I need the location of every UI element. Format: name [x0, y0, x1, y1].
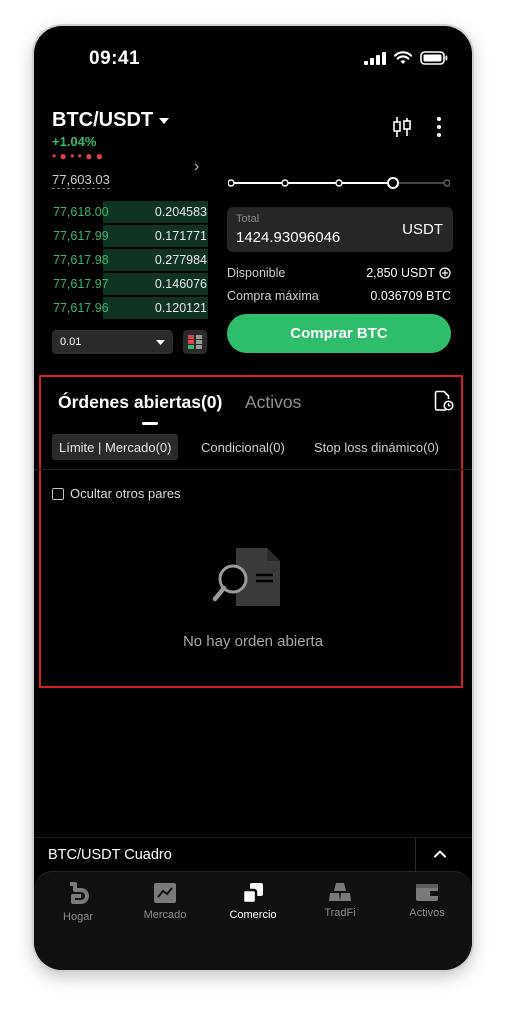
- hide-other-pairs-label: Ocultar otros pares: [70, 486, 181, 501]
- nav-item-home[interactable]: Hogar: [38, 882, 118, 923]
- bid-quantity: 0.146076: [154, 277, 207, 291]
- chart-bar[interactable]: BTC/USDT Cuadro: [34, 837, 472, 872]
- orderbook-row[interactable]: 77,617.99 0.171771: [50, 224, 208, 248]
- orderbook-bids: 77,618.00 0.204583 77,617.99 0.171771 77…: [50, 200, 208, 320]
- caret-down-icon: [156, 339, 165, 345]
- max-buy-label: Compra máxima: [227, 289, 319, 303]
- add-funds-icon[interactable]: [439, 267, 451, 279]
- tab-open-orders[interactable]: Órdenes abiertas(0): [58, 392, 222, 413]
- divider: [34, 469, 472, 470]
- wifi-icon: [394, 51, 412, 64]
- bid-quantity: 0.277984: [154, 253, 207, 267]
- hide-other-pairs-toggle[interactable]: Ocultar otros pares: [52, 486, 181, 501]
- nav-item-market[interactable]: Mercado: [125, 882, 205, 921]
- total-input[interactable]: Total 1424.93096046 USDT: [227, 207, 453, 252]
- status-icons: [364, 51, 448, 65]
- orderbook-row[interactable]: 77,617.97 0.146076: [50, 272, 208, 296]
- bid-price: 77,617.98: [53, 253, 109, 267]
- pair-name: BTC/USDT: [52, 109, 154, 131]
- available-balance: 2,850 USDT: [366, 266, 451, 280]
- amount-slider[interactable]: [228, 177, 450, 189]
- status-time: 09:41: [89, 48, 141, 69]
- cellular-signal-icon: [364, 51, 386, 65]
- depth-precision-value: 0.01: [60, 336, 82, 348]
- subtab-trailing-stop[interactable]: Stop loss dinámico(0): [314, 440, 439, 455]
- subtab-limit-market[interactable]: Límite | Mercado(0): [52, 434, 179, 460]
- depth-precision-select[interactable]: 0.01: [52, 330, 173, 354]
- empty-search-document-icon: [212, 548, 280, 606]
- caret-down-icon: [159, 117, 170, 124]
- subtab-conditional[interactable]: Condicional(0): [201, 440, 285, 455]
- trade-icon: [242, 883, 263, 904]
- bid-quantity: 0.204583: [154, 205, 207, 219]
- nav-label: Comercio: [229, 909, 277, 921]
- nav-item-trade[interactable]: Comercio: [213, 882, 293, 921]
- orderbook-mid-price[interactable]: 77,603.03: [52, 172, 110, 189]
- order-history-icon[interactable]: [434, 390, 454, 412]
- nav-item-tradfi[interactable]: TradFi: [300, 882, 380, 919]
- slider-tick[interactable]: [228, 179, 235, 187]
- orderbook-layout-icon: [188, 335, 202, 349]
- tradfi-gold-icon: [329, 883, 351, 901]
- chart-bar-title: BTC/USDT Cuadro: [48, 847, 172, 863]
- available-label: Disponible: [227, 266, 286, 280]
- nav-item-assets[interactable]: Activos: [387, 882, 467, 919]
- nav-label: Mercado: [143, 909, 187, 921]
- bottom-navigation: Hogar Mercado Comercio TradFi Activos: [34, 871, 472, 970]
- chevron-right-icon[interactable]: ›: [194, 158, 199, 176]
- buy-button[interactable]: Comprar BTC: [227, 314, 451, 353]
- orderbook-row[interactable]: 77,618.00 0.204583: [50, 200, 208, 224]
- nav-label: Activos: [409, 907, 445, 919]
- chevron-up-icon[interactable]: [432, 846, 448, 862]
- total-unit: USDT: [402, 221, 443, 238]
- nav-label: TradFi: [324, 907, 356, 919]
- battery-icon: [420, 51, 448, 65]
- price-change: +1.04%: [52, 134, 97, 149]
- bid-quantity: 0.171771: [154, 229, 207, 243]
- total-label: Total: [236, 213, 260, 225]
- candlestick-chart-icon[interactable]: [392, 116, 412, 138]
- max-buy-value: 0.036709 BTC: [370, 289, 451, 303]
- slider-tick[interactable]: [443, 179, 450, 187]
- slider-thumb[interactable]: [387, 177, 399, 189]
- orderbook-row[interactable]: 77,617.98 0.277984: [50, 248, 208, 272]
- slider-tick[interactable]: [335, 179, 343, 187]
- slider-tick[interactable]: [281, 179, 289, 187]
- home-icon: [70, 882, 89, 904]
- available-value: 2,850 USDT: [366, 266, 435, 280]
- phone-screen: 09:41 BTC/USDT +1.04% • ● • • ● ● 77,603…: [34, 26, 472, 970]
- total-value: 1424.93096046: [236, 229, 341, 246]
- wallet-icon: [416, 884, 438, 901]
- active-tab-indicator: [142, 422, 158, 425]
- orderbook-layout-button[interactable]: [183, 330, 207, 354]
- checkbox[interactable]: [52, 487, 64, 500]
- bid-quantity: 0.120121: [154, 301, 207, 315]
- market-chart-icon: [154, 883, 176, 903]
- bid-price: 77,617.99: [53, 229, 109, 243]
- orderbook-ask-cutoff: • ● • • ● ●: [52, 154, 104, 162]
- bid-price: 77,618.00: [53, 205, 109, 219]
- bid-price: 77,617.96: [53, 301, 109, 315]
- orderbook-row[interactable]: 77,617.96 0.120121: [50, 296, 208, 320]
- more-vertical-icon[interactable]: [434, 116, 444, 138]
- chart-bar-separator: [415, 838, 416, 872]
- bid-price: 77,617.97: [53, 277, 109, 291]
- pair-selector[interactable]: BTC/USDT: [52, 109, 170, 132]
- nav-label: Hogar: [63, 911, 93, 923]
- tab-assets[interactable]: Activos: [245, 392, 301, 413]
- empty-state-message: No hay orden abierta: [182, 633, 324, 650]
